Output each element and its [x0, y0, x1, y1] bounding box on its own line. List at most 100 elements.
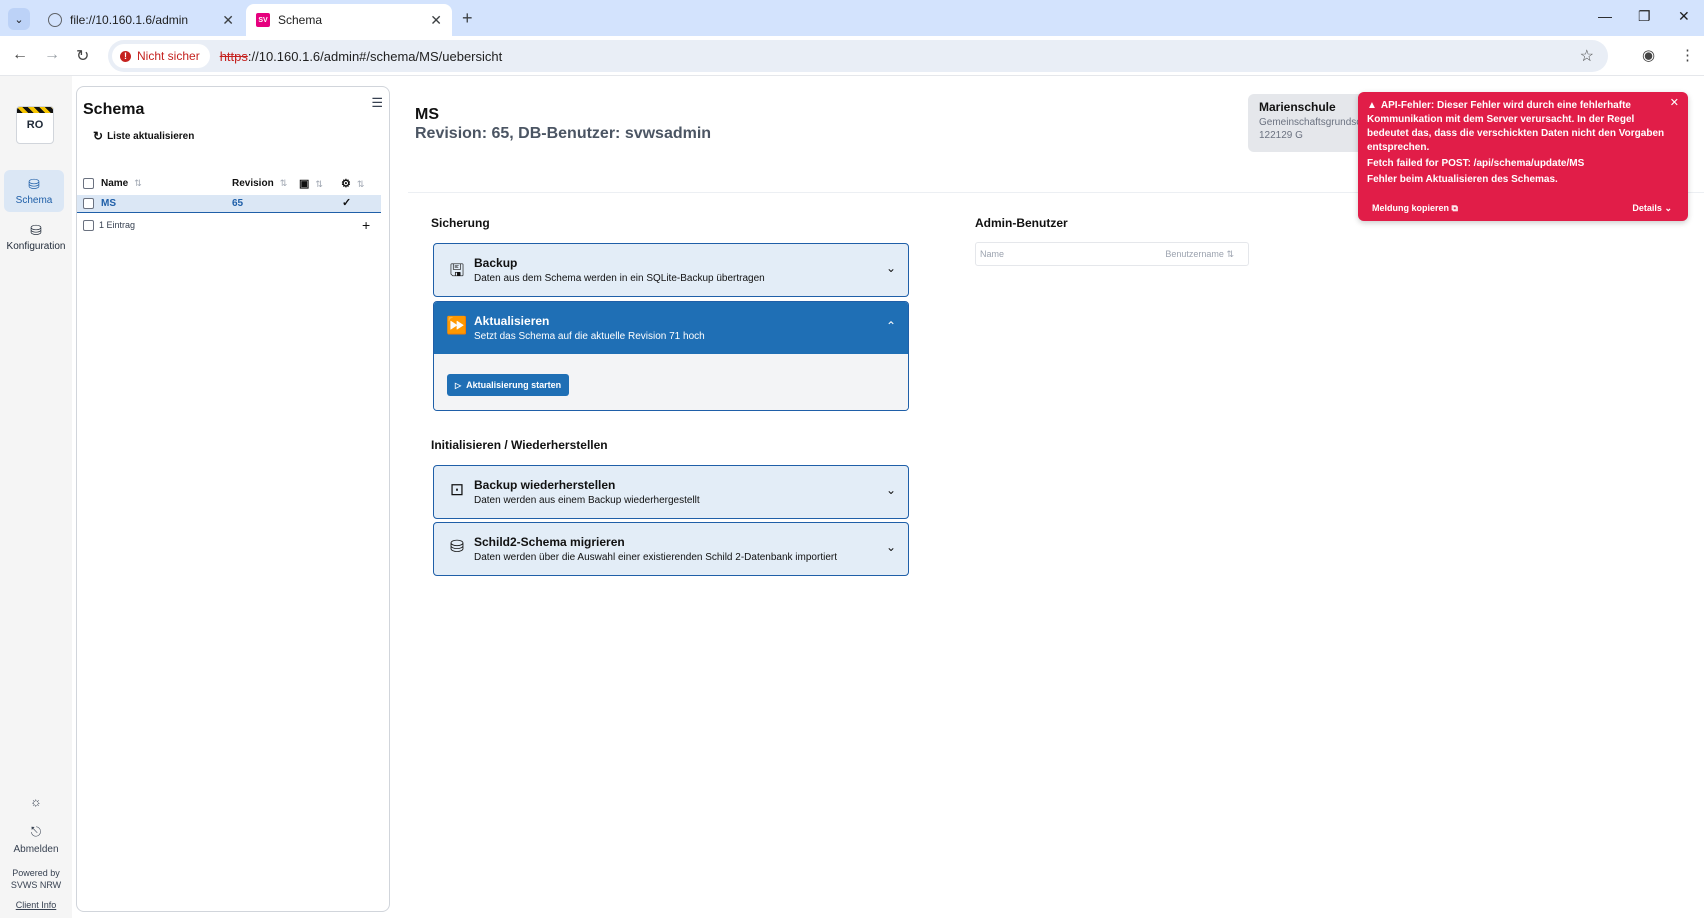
column-username-label: Benutzername: [1165, 249, 1224, 259]
file-column-icon[interactable]: ▣ ⇅: [299, 177, 323, 190]
database-icon: ⛁: [449, 537, 465, 556]
accordion-header[interactable]: 🖫 Backup Daten aus dem Schema werden in …: [434, 244, 908, 296]
table-row[interactable]: MS 65 ✓: [77, 195, 381, 213]
section-heading-admin: Admin-Benutzer: [975, 216, 1068, 230]
reload-icon[interactable]: ↻: [76, 46, 89, 66]
accordion-header[interactable]: ⊡ Backup wiederherstellen Daten werden a…: [434, 466, 908, 518]
warning-icon: ▲: [1367, 100, 1377, 111]
configuration-icon: ⛁: [30, 222, 42, 238]
schema-icon: ⛁: [28, 176, 40, 192]
table-footer: 1 Eintrag +: [77, 217, 381, 235]
accordion-description: Setzt das Schema auf die aktuelle Revisi…: [474, 331, 705, 342]
sort-icon: ⇅: [1226, 249, 1234, 259]
error-toast: ✕ ▲ API-Fehler: Dieser Fehler wird durch …: [1358, 92, 1688, 221]
browser-tab-bar: ⌄ file://10.160.1.6/admin ✕ SV Schema ✕ …: [0, 0, 1704, 36]
accordion-title: Schild2-Schema migrieren: [474, 535, 625, 549]
close-tab-icon[interactable]: ✕: [430, 12, 442, 29]
fast-forward-icon: ⏩: [446, 316, 468, 335]
row-revision: 65: [232, 198, 244, 209]
row-checkbox[interactable]: [83, 198, 94, 209]
theme-toggle-icon[interactable]: ☼: [0, 794, 72, 809]
refresh-list-button[interactable]: ↻ Liste aktualisieren: [93, 129, 194, 143]
collapse-panel-icon[interactable]: ☰: [371, 95, 383, 111]
accordion-header[interactable]: ⏩ Aktualisieren Setzt das Schema auf die…: [434, 302, 908, 354]
copy-icon: ⧉: [1451, 203, 1458, 213]
forward-icon[interactable]: →: [44, 46, 60, 64]
accordion-description: Daten werden über die Auswahl einer exis…: [474, 552, 837, 563]
schema-table-header: Name ⇅ Revision ⇅ ▣ ⇅ ⚙ ⇅: [77, 173, 389, 195]
accordion-title: Backup wiederherstellen: [474, 478, 616, 492]
accordion-body: ▷ Aktualisierung starten: [434, 354, 908, 410]
app-logo: RO: [16, 106, 54, 144]
chevron-up-icon: ⌃: [885, 319, 896, 333]
accordion-description: Daten werden aus einem Backup wiederherg…: [474, 495, 700, 506]
accordion-title: Aktualisieren: [474, 314, 550, 328]
column-revision-label: Revision: [232, 178, 274, 189]
not-secure-chip[interactable]: ! Nicht sicher: [112, 44, 210, 68]
sidebar-item-label: Schema: [15, 195, 53, 206]
details-button[interactable]: Details ⌄: [1632, 203, 1672, 214]
refresh-icon: ↻: [93, 129, 104, 143]
tab-title: Schema: [278, 13, 323, 27]
toast-message: API-Fehler: Dieser Fehler wird durch ein…: [1367, 100, 1665, 153]
omnibox[interactable]: ! Nicht sicher https://10.160.1.6/admin#…: [108, 40, 1608, 72]
column-admin-name[interactable]: Name: [980, 249, 1004, 259]
copy-message-button[interactable]: Meldung kopieren ⧉: [1372, 203, 1458, 214]
toast-detail-line: Fetch failed for POST: /api/schema/updat…: [1367, 158, 1585, 169]
select-all-checkbox[interactable]: [83, 178, 94, 189]
start-update-button[interactable]: ▷ Aktualisierung starten: [447, 374, 570, 396]
close-toast-icon[interactable]: ✕: [1670, 96, 1679, 109]
tab-search-icon[interactable]: ⌄: [8, 8, 30, 30]
checkmark-icon: ✓: [342, 197, 352, 209]
restore-accordion[interactable]: ⊡ Backup wiederherstellen Daten werden a…: [433, 465, 909, 519]
globe-icon: [48, 13, 62, 27]
footer-checkbox[interactable]: [83, 220, 94, 231]
accordion-header[interactable]: ⛁ Schild2-Schema migrieren Daten werden …: [434, 523, 908, 575]
logout-label[interactable]: Abmelden: [0, 844, 72, 855]
sidebar-item-label: Konfiguration: [6, 241, 66, 252]
column-name-label: Name: [101, 178, 129, 189]
sidebar-item-schema[interactable]: ⛁ Schema: [4, 170, 64, 212]
admin-user-table-header: Name Benutzername ⇅: [975, 242, 1249, 266]
backup-accordion[interactable]: 🖫 Backup Daten aus dem Schema werden in …: [433, 243, 909, 297]
column-name[interactable]: Name ⇅: [101, 178, 142, 189]
sidebar-item-konfiguration[interactable]: ⛁ Konfiguration: [2, 216, 70, 258]
logout-icon[interactable]: ⎋: [0, 824, 72, 840]
logo-text: RO: [26, 119, 44, 131]
migrate-accordion[interactable]: ⛁ Schild2-Schema migrieren Daten werden …: [433, 522, 909, 576]
save-icon: 🖫: [449, 261, 465, 280]
details-label: Details: [1632, 203, 1662, 213]
new-tab-icon[interactable]: +: [462, 8, 473, 29]
chevron-down-icon: ⌄: [885, 261, 896, 275]
minimize-icon[interactable]: —: [1598, 8, 1612, 24]
toast-message-block: ▲ API-Fehler: Dieser Fehler wird durch ei…: [1367, 99, 1667, 155]
settings-column-icon[interactable]: ⚙ ⇅: [341, 177, 364, 190]
column-admin-username[interactable]: Benutzername ⇅: [1165, 249, 1234, 260]
bookmark-star-icon[interactable]: ☆: [1580, 46, 1594, 66]
sort-icon: ⇅: [315, 179, 323, 189]
profile-icon[interactable]: ◉: [1642, 46, 1655, 64]
restore-window-icon[interactable]: ❐: [1638, 8, 1651, 25]
sort-icon: ⇅: [279, 178, 288, 188]
panel-title: Schema: [83, 101, 145, 118]
schema-list-panel: Schema ☰ ↻ Liste aktualisieren Name ⇅ Rev…: [76, 86, 390, 912]
play-icon: ▷: [455, 380, 462, 390]
update-accordion[interactable]: ⏩ Aktualisieren Setzt das Schema auf die…: [433, 301, 909, 411]
tab-schema[interactable]: SV Schema ✕: [246, 4, 452, 36]
browser-menu-icon[interactable]: ⋮: [1680, 46, 1695, 64]
svws-favicon-icon: SV: [256, 13, 270, 27]
toast-detail-line: Fehler beim Aktualisieren des Schemas.: [1367, 174, 1558, 185]
accordion-description: Daten aus dem Schema werden in ein SQLit…: [474, 273, 765, 284]
client-info-link[interactable]: Client Info: [0, 900, 72, 910]
section-heading-sicherung: Sicherung: [431, 216, 490, 230]
address-bar: ← → ↻ ! Nicht sicher https://10.160.1.6/…: [0, 36, 1704, 76]
tab-admin[interactable]: file://10.160.1.6/admin ✕: [38, 4, 244, 36]
row-name: MS: [101, 198, 116, 209]
close-tab-icon[interactable]: ✕: [222, 12, 234, 29]
url-rest: ://10.160.1.6/admin#/schema/MS/uebersich…: [247, 48, 503, 64]
column-revision[interactable]: Revision ⇅: [232, 178, 287, 189]
back-icon[interactable]: ←: [12, 46, 28, 64]
close-window-icon[interactable]: ✕: [1678, 8, 1690, 25]
add-schema-icon[interactable]: +: [362, 217, 370, 233]
url-text[interactable]: https://10.160.1.6/admin#/schema/MS/uebe…: [220, 49, 503, 64]
